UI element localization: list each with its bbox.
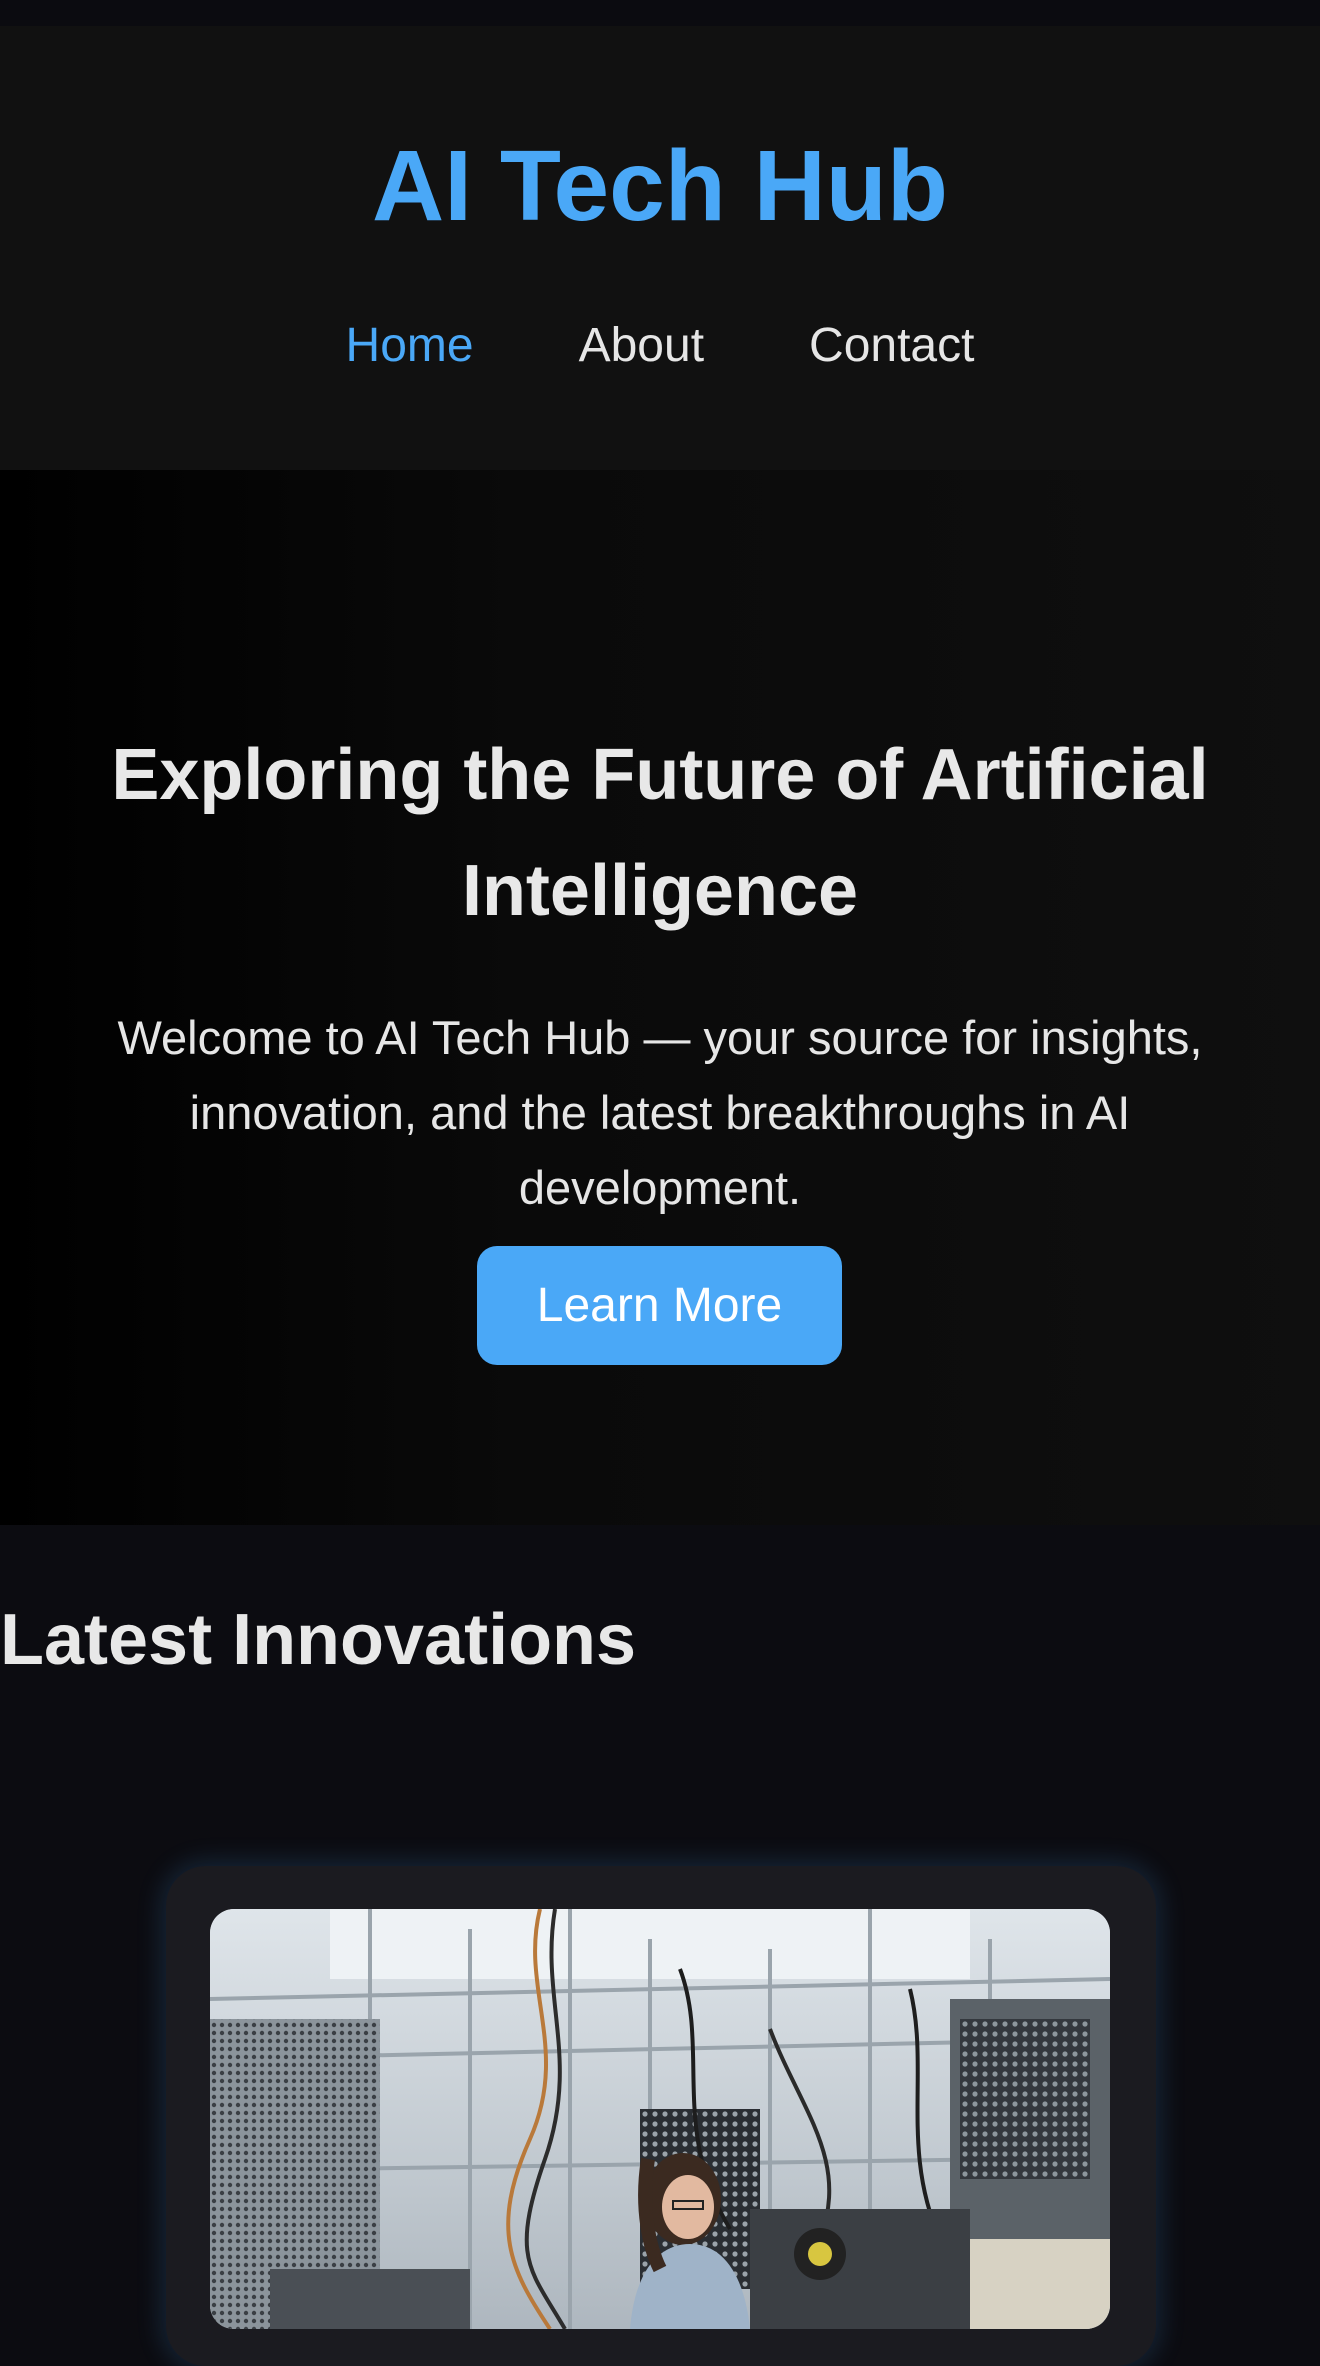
- hero-subtitle: Welcome to AI Tech Hub — your source for…: [117, 1011, 1203, 1214]
- innovation-card-image: [210, 1909, 1110, 2329]
- top-strip: [0, 0, 1320, 26]
- nav-link-about[interactable]: About: [579, 316, 704, 376]
- hero-section: Exploring the Future of Artificial Intel…: [0, 470, 1320, 1525]
- learn-more-button[interactable]: Learn More: [477, 1246, 842, 1365]
- innovation-card[interactable]: [166, 1866, 1156, 2366]
- nav-link-home[interactable]: Home: [346, 316, 474, 376]
- innovations-section-title: Latest Innovations: [0, 1600, 637, 1680]
- site-title[interactable]: AI Tech Hub: [0, 121, 1320, 251]
- nav-link-contact[interactable]: Contact: [809, 316, 974, 376]
- hero-title: Exploring the Future of Artificial Intel…: [111, 735, 1209, 931]
- main-nav: Home About Contact: [0, 316, 1320, 376]
- site-header: AI Tech Hub Home About Contact: [0, 26, 1320, 470]
